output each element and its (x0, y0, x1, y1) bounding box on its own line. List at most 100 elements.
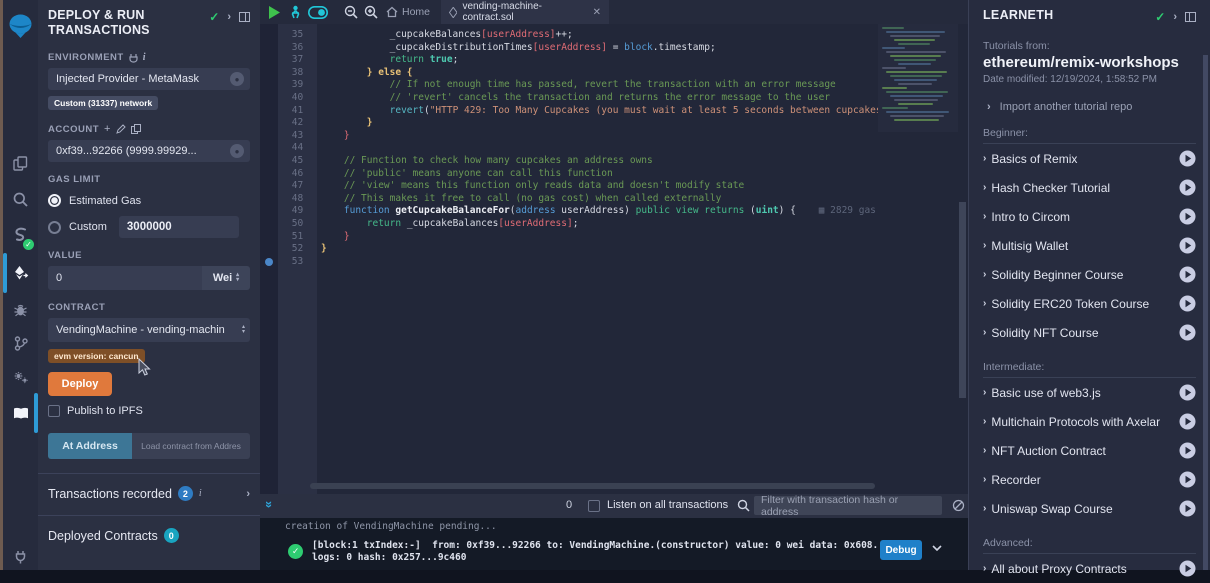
expand-icon[interactable]: › (983, 445, 986, 456)
sidebar-plug-icon[interactable] (3, 540, 38, 574)
expand-icon[interactable]: › (983, 503, 986, 514)
sidebar-learneth-icon[interactable] (3, 396, 38, 430)
import-tutorial-link[interactable]: › Import another tutorial repo (983, 101, 1196, 113)
custom-gas-option[interactable]: Custom 3000000 (48, 216, 250, 238)
expand-icon[interactable]: › (983, 240, 986, 251)
deployed-contracts-row[interactable]: Deployed Contracts 0 (48, 528, 250, 543)
glyph-cell[interactable] (260, 205, 278, 218)
vertical-scrollbar[interactable] (959, 202, 966, 398)
run-script-button[interactable] (268, 4, 280, 20)
glyph-cell[interactable] (260, 142, 278, 155)
code-line[interactable]: 39 // If not enough time has passed, rev… (260, 79, 968, 92)
glyph-cell[interactable] (260, 117, 278, 130)
expand-terminal-icon[interactable]: » (262, 501, 277, 508)
code-line[interactable]: 37 return true; (260, 54, 968, 67)
terminal-output[interactable]: creation of VendingMachine pending... ✓ … (260, 518, 968, 570)
glyph-cell[interactable] (260, 155, 278, 168)
remix-logo[interactable] (3, 8, 38, 44)
code-line[interactable]: 44 (260, 142, 968, 155)
debug-button[interactable]: Debug (880, 540, 922, 560)
account-copy-icon[interactable]: ● (230, 144, 244, 158)
transactions-recorded-row[interactable]: Transactions recorded 2 i › (48, 486, 250, 501)
tutorial-item[interactable]: ›Basics of Remix (983, 144, 1196, 173)
glyph-cell[interactable] (260, 54, 278, 67)
code-editor[interactable]: 35 _cupcakeBalances[userAddress]++;36 _c… (260, 24, 968, 494)
glyph-cell[interactable] (260, 105, 278, 118)
filter-input[interactable]: Filter with transaction hash or address (754, 496, 942, 515)
code-line[interactable]: 35 _cupcakeBalances[userAddress]++; (260, 29, 968, 42)
unit-stepper-icon[interactable]: ▴▾ (236, 273, 239, 283)
glyph-cell[interactable] (260, 218, 278, 231)
plug-icon[interactable] (129, 53, 138, 63)
code-line[interactable]: 50 return _cupcakeBalances[userAddress]; (260, 218, 968, 231)
play-icon[interactable] (1179, 179, 1196, 196)
minimap[interactable] (878, 24, 958, 132)
code-line[interactable]: 36 _cupcakeDistributionTimes[userAddress… (260, 42, 968, 55)
play-icon[interactable] (1179, 384, 1196, 401)
play-icon[interactable] (1179, 237, 1196, 254)
panel-collapse-icon[interactable]: › (1173, 11, 1177, 23)
custom-gas-input[interactable]: 3000000 (119, 216, 239, 238)
add-account-icon[interactable]: + (104, 123, 111, 135)
expand-icon[interactable]: › (983, 474, 986, 485)
play-icon[interactable] (1179, 442, 1196, 459)
copy-icon[interactable] (131, 124, 141, 134)
tutorial-item[interactable]: ›Solidity Beginner Course (983, 260, 1196, 289)
tx-log-line1[interactable]: [block:1 txIndex:-] from: 0xf39...92266 … (312, 540, 918, 551)
play-icon[interactable] (1179, 295, 1196, 312)
glyph-cell[interactable] (260, 231, 278, 244)
tx-log-line2[interactable]: logs: 0 hash: 0x257...9c460 (312, 552, 466, 563)
expand-icon[interactable]: › (983, 387, 986, 398)
edit-icon[interactable] (116, 124, 126, 134)
code-line[interactable]: 48 // This makes it free to call (no gas… (260, 193, 968, 206)
panel-layout-icon[interactable] (1185, 12, 1196, 22)
sidebar-files-icon[interactable] (3, 146, 38, 180)
glyph-cell[interactable] (260, 67, 278, 80)
breakpoint-dot[interactable] (260, 256, 278, 269)
value-input[interactable]: 0 (48, 266, 202, 290)
publish-ipfs-checkbox[interactable] (48, 405, 60, 417)
code-line[interactable]: 53 (260, 256, 968, 269)
tab-vending-machine-contract[interactable]: vending-machine-contract.sol ✕ (441, 0, 609, 24)
chevron-right-icon[interactable]: › (246, 488, 250, 500)
at-address-button[interactable]: At Address (48, 433, 132, 459)
tutorial-item[interactable]: ›Uniswap Swap Course (983, 494, 1196, 523)
sidebar-deploy-icon[interactable] (3, 256, 38, 290)
panel-collapse-icon[interactable]: › (227, 11, 231, 23)
zoom-in-icon[interactable] (364, 4, 378, 20)
play-icon[interactable] (1179, 208, 1196, 225)
walkthrough-icon[interactable] (288, 4, 303, 20)
toggle-icon[interactable] (308, 4, 328, 20)
play-icon[interactable] (1179, 413, 1196, 430)
glyph-cell[interactable] (260, 92, 278, 105)
sidebar-compiler-icon[interactable]: ✓ (3, 218, 38, 252)
glyph-cell[interactable] (260, 79, 278, 92)
account-select[interactable]: 0xf39...92266 (9999.99929... ● (48, 140, 250, 162)
glyph-cell[interactable] (260, 243, 278, 256)
code-line[interactable]: 45 // Function to check how many cupcake… (260, 155, 968, 168)
zoom-out-icon[interactable] (344, 4, 358, 20)
tutorial-item[interactable]: ›Intro to Circom (983, 202, 1196, 231)
environment-select[interactable]: Injected Provider - MetaMask ● (48, 68, 250, 90)
code-line[interactable]: 42 } (260, 117, 968, 130)
tutorial-item[interactable]: ›Multisig Wallet (983, 231, 1196, 260)
expand-icon[interactable]: › (983, 327, 986, 338)
tutorial-item[interactable]: ›Solidity NFT Course (983, 318, 1196, 347)
expand-icon[interactable]: › (983, 563, 986, 574)
code-line[interactable]: 38 } else { (260, 67, 968, 80)
sidebar-plugin-icon[interactable] (3, 326, 38, 360)
expand-tx-icon[interactable] (932, 545, 942, 551)
glyph-cell[interactable] (260, 130, 278, 143)
horizontal-scrollbar[interactable] (310, 483, 875, 489)
sidebar-debug-icon[interactable] (3, 292, 38, 326)
code-line[interactable]: 41 revert("HTTP 429: Too Many Cupcakes (… (260, 105, 968, 118)
code-line[interactable]: 46 // 'public' means anyone can call thi… (260, 168, 968, 181)
tutorial-item[interactable]: ›Recorder (983, 465, 1196, 494)
tutorial-item[interactable]: ›Solidity ERC20 Token Course (983, 289, 1196, 318)
expand-icon[interactable]: › (983, 182, 986, 193)
sidebar-search-icon[interactable] (3, 182, 38, 216)
sidebar-settings-icon[interactable] (3, 360, 38, 394)
glyph-cell[interactable] (260, 180, 278, 193)
play-icon[interactable] (1179, 560, 1196, 577)
code-line[interactable]: 49 function getCupcakeBalanceFor(address… (260, 205, 968, 218)
